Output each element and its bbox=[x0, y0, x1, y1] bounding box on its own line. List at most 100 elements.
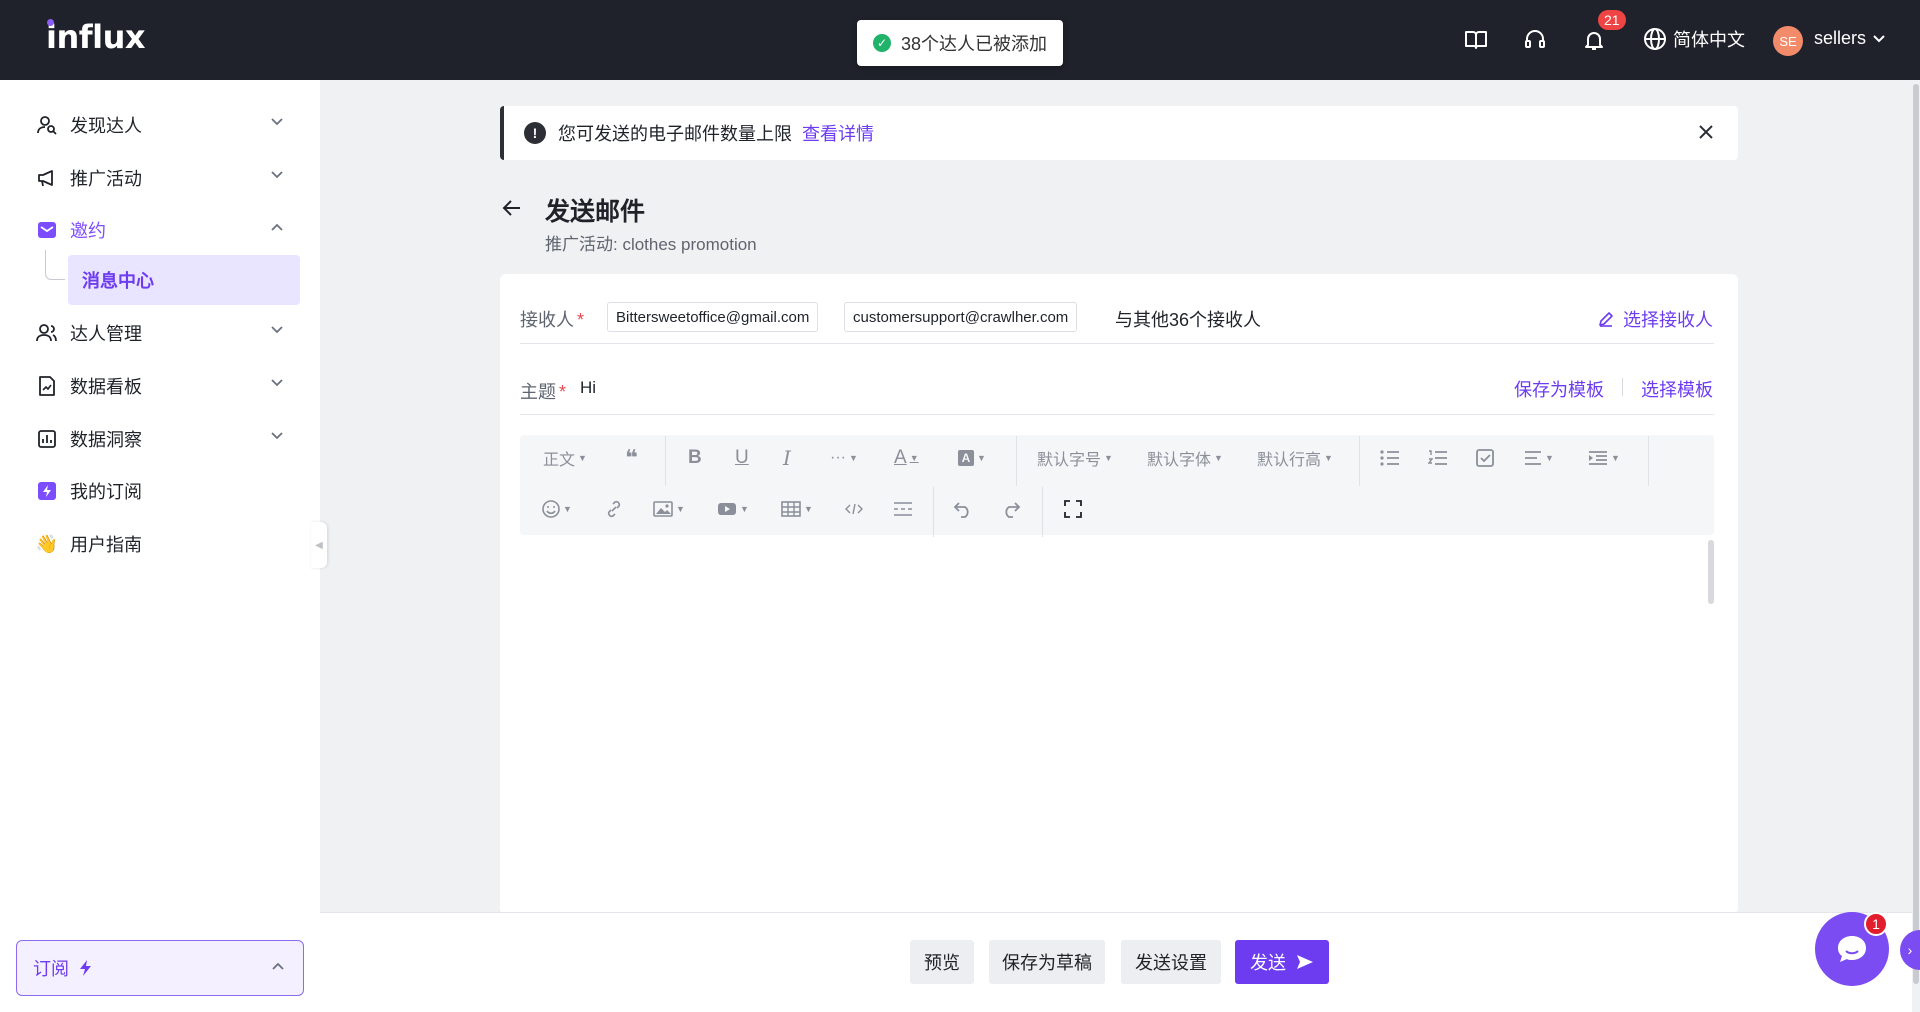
subject-label: 主题 * bbox=[520, 382, 567, 402]
underline-icon[interactable]: U bbox=[735, 444, 749, 472]
sidebar-item-label: 发现达人 bbox=[70, 116, 142, 136]
more-format-icon[interactable]: ··· ▼ bbox=[830, 444, 858, 472]
chevron-down-icon bbox=[271, 432, 283, 440]
indent-icon[interactable]: ▼ bbox=[1588, 444, 1620, 472]
font-family-dropdown[interactable]: 默认字体 ▼ bbox=[1147, 444, 1223, 472]
code-icon[interactable] bbox=[844, 495, 864, 523]
fullscreen-icon[interactable] bbox=[1064, 495, 1082, 523]
lightning-icon bbox=[36, 480, 58, 502]
subject-input[interactable]: Hi bbox=[580, 378, 596, 398]
bar-chart-icon bbox=[36, 428, 58, 450]
alert-icon: ! bbox=[524, 122, 546, 144]
headset-icon[interactable] bbox=[1521, 26, 1549, 54]
font-size-dropdown[interactable]: 默认字号 ▼ bbox=[1037, 444, 1113, 472]
preview-button[interactable]: 预览 bbox=[910, 940, 974, 984]
recipients-label: 接收人 * bbox=[520, 310, 585, 330]
close-icon[interactable] bbox=[1696, 122, 1716, 142]
divider bbox=[520, 414, 1714, 415]
image-icon[interactable]: ▼ bbox=[653, 495, 685, 523]
font-family-label: 默认字体 bbox=[1147, 452, 1212, 469]
sidebar-item-campaigns[interactable]: 推广活动 bbox=[36, 163, 296, 193]
sidebar-item-invitations[interactable]: 邀约 bbox=[36, 215, 296, 245]
action-footer bbox=[320, 912, 1912, 1012]
select-template-link[interactable]: 选择模板 bbox=[1641, 376, 1713, 402]
sidebar-item-dashboard[interactable]: 数据看板 bbox=[36, 371, 296, 401]
divider-line-icon[interactable] bbox=[893, 495, 913, 523]
book-icon[interactable] bbox=[1462, 26, 1490, 54]
checklist-icon[interactable] bbox=[1476, 444, 1494, 472]
select-recipients-label: 选择接收人 bbox=[1623, 310, 1713, 330]
numbered-list-icon[interactable] bbox=[1428, 444, 1448, 472]
back-arrow-icon[interactable] bbox=[500, 196, 524, 220]
chevron-up-icon bbox=[272, 962, 284, 970]
italic-icon[interactable]: I bbox=[783, 444, 791, 472]
chevron-down-icon bbox=[271, 171, 283, 179]
username: sellers bbox=[1814, 28, 1867, 48]
chat-icon bbox=[1838, 936, 1866, 962]
line-height-dropdown[interactable]: 默认行高 ▼ bbox=[1257, 444, 1333, 472]
undo-icon[interactable] bbox=[953, 495, 973, 523]
divider bbox=[1622, 378, 1623, 396]
sidebar-item-label: 邀约 bbox=[70, 221, 106, 241]
save-draft-button[interactable]: 保存为草稿 bbox=[989, 940, 1105, 984]
save-template-link[interactable]: 保存为模板 bbox=[1514, 376, 1604, 402]
bold-icon[interactable]: B bbox=[688, 444, 702, 472]
send-button[interactable]: 发送 bbox=[1235, 940, 1329, 984]
page-subtitle: 推广活动: clothes promotion bbox=[545, 235, 757, 254]
app-logo[interactable]: influx bbox=[46, 18, 146, 56]
send-settings-button[interactable]: 发送设置 bbox=[1121, 940, 1221, 984]
edit-icon bbox=[1599, 312, 1613, 327]
chevron-down-icon bbox=[1873, 34, 1885, 42]
editor-scrollbar[interactable] bbox=[1708, 540, 1714, 604]
select-recipients-link[interactable]: 选择接收人 bbox=[1597, 306, 1713, 332]
subject-label-text: 主题 bbox=[520, 382, 556, 402]
sidebar-subitem-message-center[interactable]: 消息中心 bbox=[68, 255, 300, 305]
email-limit-notice: ! 您可发送的电子邮件数量上限 查看详情 bbox=[500, 106, 1738, 160]
chat-badge: 1 bbox=[1864, 912, 1888, 936]
redo-icon[interactable] bbox=[1001, 495, 1021, 523]
users-icon bbox=[36, 322, 58, 344]
recipient-chip[interactable]: customersupport@crawlher.com bbox=[844, 302, 1078, 332]
recipient-chip[interactable]: Bittersweetoffice@gmail.com bbox=[607, 302, 819, 332]
send-icon bbox=[1297, 955, 1313, 969]
other-recipients-count[interactable]: 与其他36个接收人 bbox=[1115, 306, 1261, 332]
tree-connector bbox=[45, 250, 65, 280]
align-icon[interactable]: ▼ bbox=[1524, 444, 1554, 472]
font-color-icon[interactable]: A ▼ bbox=[894, 444, 919, 472]
sidebar-item-discover[interactable]: 发现达人 bbox=[36, 110, 296, 140]
bell-icon[interactable] bbox=[1580, 26, 1608, 54]
sidebar-item-influencer-management[interactable]: 达人管理 bbox=[36, 318, 296, 348]
sidebar-item-label: 推广活动 bbox=[70, 169, 142, 189]
video-icon[interactable]: ▼ bbox=[717, 495, 749, 523]
recipients-label-text: 接收人 bbox=[520, 310, 574, 330]
link-icon[interactable] bbox=[605, 495, 623, 523]
sidebar-item-subscription[interactable]: 我的订阅 bbox=[36, 476, 296, 506]
user-menu[interactable]: sellers bbox=[1814, 28, 1886, 49]
language-selector[interactable]: 简体中文 bbox=[1643, 26, 1745, 52]
sidebar-item-insights[interactable]: 数据洞察 bbox=[36, 424, 296, 454]
logo-spark-icon bbox=[47, 19, 54, 26]
notice-details-link[interactable]: 查看详情 bbox=[802, 120, 874, 146]
page-scrollbar[interactable] bbox=[1912, 80, 1920, 1010]
subscribe-label: 订阅 bbox=[33, 959, 69, 979]
divider bbox=[1648, 436, 1649, 486]
divider bbox=[933, 487, 934, 537]
send-label: 发送 bbox=[1250, 953, 1286, 973]
chart-file-icon bbox=[36, 375, 58, 397]
quote-icon[interactable]: ❝ bbox=[625, 444, 638, 472]
background-color-icon[interactable]: A ▼ bbox=[958, 444, 986, 472]
emoji-icon[interactable]: ▼ bbox=[542, 495, 572, 523]
avatar[interactable]: SE bbox=[1773, 26, 1803, 56]
bullet-list-icon[interactable] bbox=[1380, 444, 1400, 472]
font-size-label: 默认字号 bbox=[1037, 452, 1102, 469]
sidebar-item-label: 用户指南 bbox=[70, 535, 142, 555]
globe-icon bbox=[1644, 28, 1666, 50]
subscribe-button[interactable]: 订阅 bbox=[16, 940, 304, 996]
sidebar-item-user-guide[interactable]: 👋 用户指南 bbox=[36, 529, 296, 559]
sidebar-collapse-handle[interactable]: ◀ bbox=[311, 522, 327, 568]
divider bbox=[1359, 436, 1360, 486]
paragraph-style-dropdown[interactable]: 正文 ▼ bbox=[543, 444, 587, 472]
scrollbar-thumb[interactable] bbox=[1913, 84, 1919, 984]
table-icon[interactable]: ▼ bbox=[781, 495, 813, 523]
check-circle-icon: ✓ bbox=[873, 34, 891, 52]
